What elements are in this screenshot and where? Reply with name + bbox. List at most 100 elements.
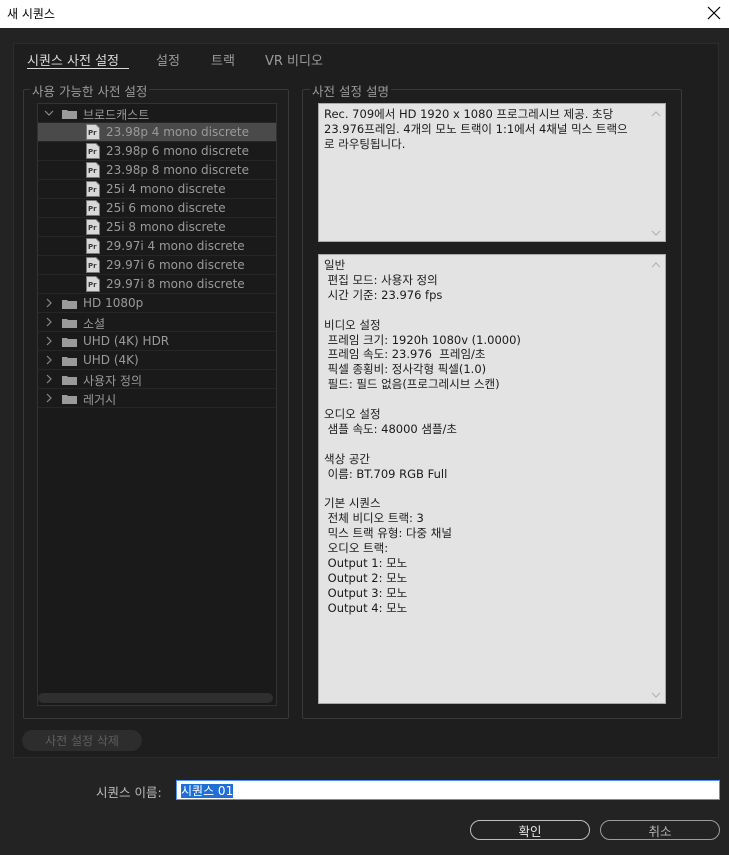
preset-folder-row[interactable]: 브로드캐스트	[38, 104, 276, 123]
description-line: 프레임 크기: 1920h 1080v (1.0000)	[324, 332, 521, 347]
folder-icon	[62, 319, 77, 328]
cancel-button[interactable]: 취소	[600, 820, 720, 840]
chevron-down-icon[interactable]	[44, 108, 54, 118]
folder-icon	[62, 300, 77, 309]
folder-icon	[62, 376, 77, 385]
description-line: 믹스 트랙 유형: 다중 채널	[324, 526, 452, 541]
preset-label: 29.97i 8 mono discrete	[106, 277, 245, 291]
premiere-preset-icon: Pr	[86, 238, 100, 254]
description-line: 프레임 속도: 23.976 프레임/초	[324, 347, 486, 362]
preset-item-row[interactable]: Pr 29.97i 6 mono discrete	[38, 256, 276, 275]
preset-folder-row[interactable]: 소셜	[38, 313, 276, 332]
description-line: 일반	[324, 258, 346, 272]
preset-folder-row[interactable]: UHD (4K)	[38, 351, 276, 370]
sequence-name-input[interactable]: 시퀀스 01	[176, 780, 720, 800]
folder-label: 소셜	[83, 317, 106, 331]
svg-text:Pr: Pr	[88, 205, 97, 213]
preset-item-row[interactable]: Pr 25i 6 mono discrete	[38, 199, 276, 218]
description-line: 오디오 트랙:	[324, 541, 389, 556]
close-icon	[707, 6, 721, 20]
preset-label: 25i 8 mono discrete	[106, 220, 226, 234]
chevron-right-icon[interactable]	[44, 317, 54, 327]
tab-vr-video[interactable]: VR 비디오	[265, 50, 323, 69]
ok-button[interactable]: 확인	[470, 820, 590, 840]
scroll-down-icon[interactable]	[651, 229, 661, 237]
chevron-right-icon[interactable]	[44, 355, 54, 365]
preset-label: 25i 6 mono discrete	[106, 201, 226, 215]
description-line: Output 1: 모노	[324, 556, 408, 571]
preset-item-row[interactable]: Pr 23.98p 8 mono discrete	[38, 161, 276, 180]
folder-icon	[62, 357, 77, 366]
description-line: Output 2: 모노	[324, 570, 408, 585]
scroll-up-icon[interactable]	[651, 261, 661, 269]
premiere-preset-icon: Pr	[86, 181, 100, 197]
chevron-right-icon[interactable]	[44, 393, 54, 403]
chevron-right-icon[interactable]	[44, 374, 54, 384]
premiere-preset-icon: Pr	[86, 143, 100, 159]
description-line: 로 라우팅됩니다.	[324, 136, 406, 151]
tab-settings[interactable]: 설정	[156, 50, 180, 69]
preset-label: 23.98p 4 mono discrete	[106, 125, 249, 139]
description-line: 23.976프레임. 4개의 모노 트랙이 1:1에서 4채널 믹스 트랙으	[324, 121, 628, 136]
preset-label: 29.97i 6 mono discrete	[106, 258, 245, 272]
svg-text:Pr: Pr	[88, 243, 97, 251]
folder-label: 레거시	[83, 393, 117, 407]
close-button[interactable]	[703, 2, 725, 24]
premiere-preset-icon: Pr	[86, 276, 100, 292]
sequence-name-value: 시퀀스 01	[181, 784, 234, 798]
tab-tracks[interactable]: 트랙	[211, 50, 235, 69]
delete-preset-button[interactable]: 사전 설정 삭제	[22, 730, 142, 751]
folder-icon	[62, 338, 77, 347]
folder-icon	[62, 395, 77, 404]
preset-folder-row[interactable]: 레거시	[38, 389, 276, 408]
description-line: 전체 비디오 트랙: 3	[324, 511, 424, 526]
preset-label: 23.98p 6 mono discrete	[106, 144, 249, 158]
premiere-preset-icon: Pr	[86, 257, 100, 273]
chevron-right-icon[interactable]	[44, 336, 54, 346]
preset-item-row[interactable]: Pr 25i 8 mono discrete	[38, 218, 276, 237]
preset-item-row[interactable]: Pr 29.97i 8 mono discrete	[38, 275, 276, 294]
description-line	[324, 482, 647, 497]
preset-folder-row[interactable]: HD 1080p	[38, 294, 276, 313]
premiere-preset-icon: Pr	[86, 200, 100, 216]
preset-label: 23.98p 8 mono discrete	[106, 163, 249, 177]
premiere-preset-icon: Pr	[86, 219, 100, 235]
description-line: Output 4: 모노	[324, 600, 408, 615]
description-line	[324, 392, 647, 407]
preset-folder-row[interactable]: 사용자 정의	[38, 370, 276, 389]
preset-item-row[interactable]: Pr 29.97i 4 mono discrete	[38, 237, 276, 256]
tree-horizontal-scrollbar[interactable]	[38, 693, 273, 703]
active-tab-underline	[27, 68, 129, 69]
preset-tree[interactable]: 브로드캐스트 Pr 23.98p 4 mono discrete Pr 23.98p 6…	[37, 103, 277, 706]
preset-item-row[interactable]: Pr 23.98p 6 mono discrete	[38, 142, 276, 161]
preset-item-row[interactable]: Pr 23.98p 4 mono discrete	[38, 123, 276, 142]
sequence-name-label: 시퀀스 이름:	[96, 785, 162, 800]
scroll-down-icon[interactable]	[651, 691, 661, 699]
preset-description-label: 사전 설정 설명	[310, 81, 391, 100]
available-presets-label: 사용 가능한 사전 설정	[30, 81, 150, 100]
description-line: 픽셀 종횡비: 정사각형 픽셀(1.0)	[324, 362, 487, 377]
tab-sequence-presets[interactable]: 시퀀스 사전 설정	[27, 50, 119, 69]
description-line	[324, 437, 647, 452]
description-line: 이름: BT.709 RGB Full	[324, 466, 448, 481]
preset-folder-row[interactable]: UHD (4K) HDR	[38, 332, 276, 351]
preset-summary-pane[interactable]: Rec. 709에서 HD 1920 x 1080 프로그레시브 제공. 초당 2…	[318, 103, 666, 242]
preset-details-pane[interactable]: 일반 편집 모드: 사용자 정의 시간 기준: 23.976 fps 비디오 설정…	[318, 254, 666, 704]
folder-label: 브로드캐스트	[83, 108, 150, 122]
svg-text:Pr: Pr	[88, 281, 97, 289]
folder-icon	[62, 110, 77, 119]
preset-details-text: 일반 편집 모드: 사용자 정의 시간 기준: 23.976 fps 비디오 설정…	[324, 258, 647, 616]
folder-label: UHD (4K) HDR	[83, 334, 170, 348]
description-line: Rec. 709에서 HD 1920 x 1080 프로그레시브 제공. 초당	[324, 107, 614, 121]
description-line	[324, 303, 647, 318]
description-line: 기본 시퀀스	[324, 496, 381, 511]
preset-label: 29.97i 4 mono discrete	[106, 239, 245, 253]
description-line: 비디오 설정	[324, 317, 381, 332]
folder-label: 사용자 정의	[83, 374, 143, 388]
premiere-preset-icon: Pr	[86, 162, 100, 178]
window-title: 새 시퀀스	[7, 7, 55, 21]
preset-item-row[interactable]: Pr 25i 4 mono discrete	[38, 180, 276, 199]
chevron-right-icon[interactable]	[44, 298, 54, 308]
svg-text:Pr: Pr	[88, 186, 97, 194]
scroll-up-icon[interactable]	[651, 110, 661, 118]
